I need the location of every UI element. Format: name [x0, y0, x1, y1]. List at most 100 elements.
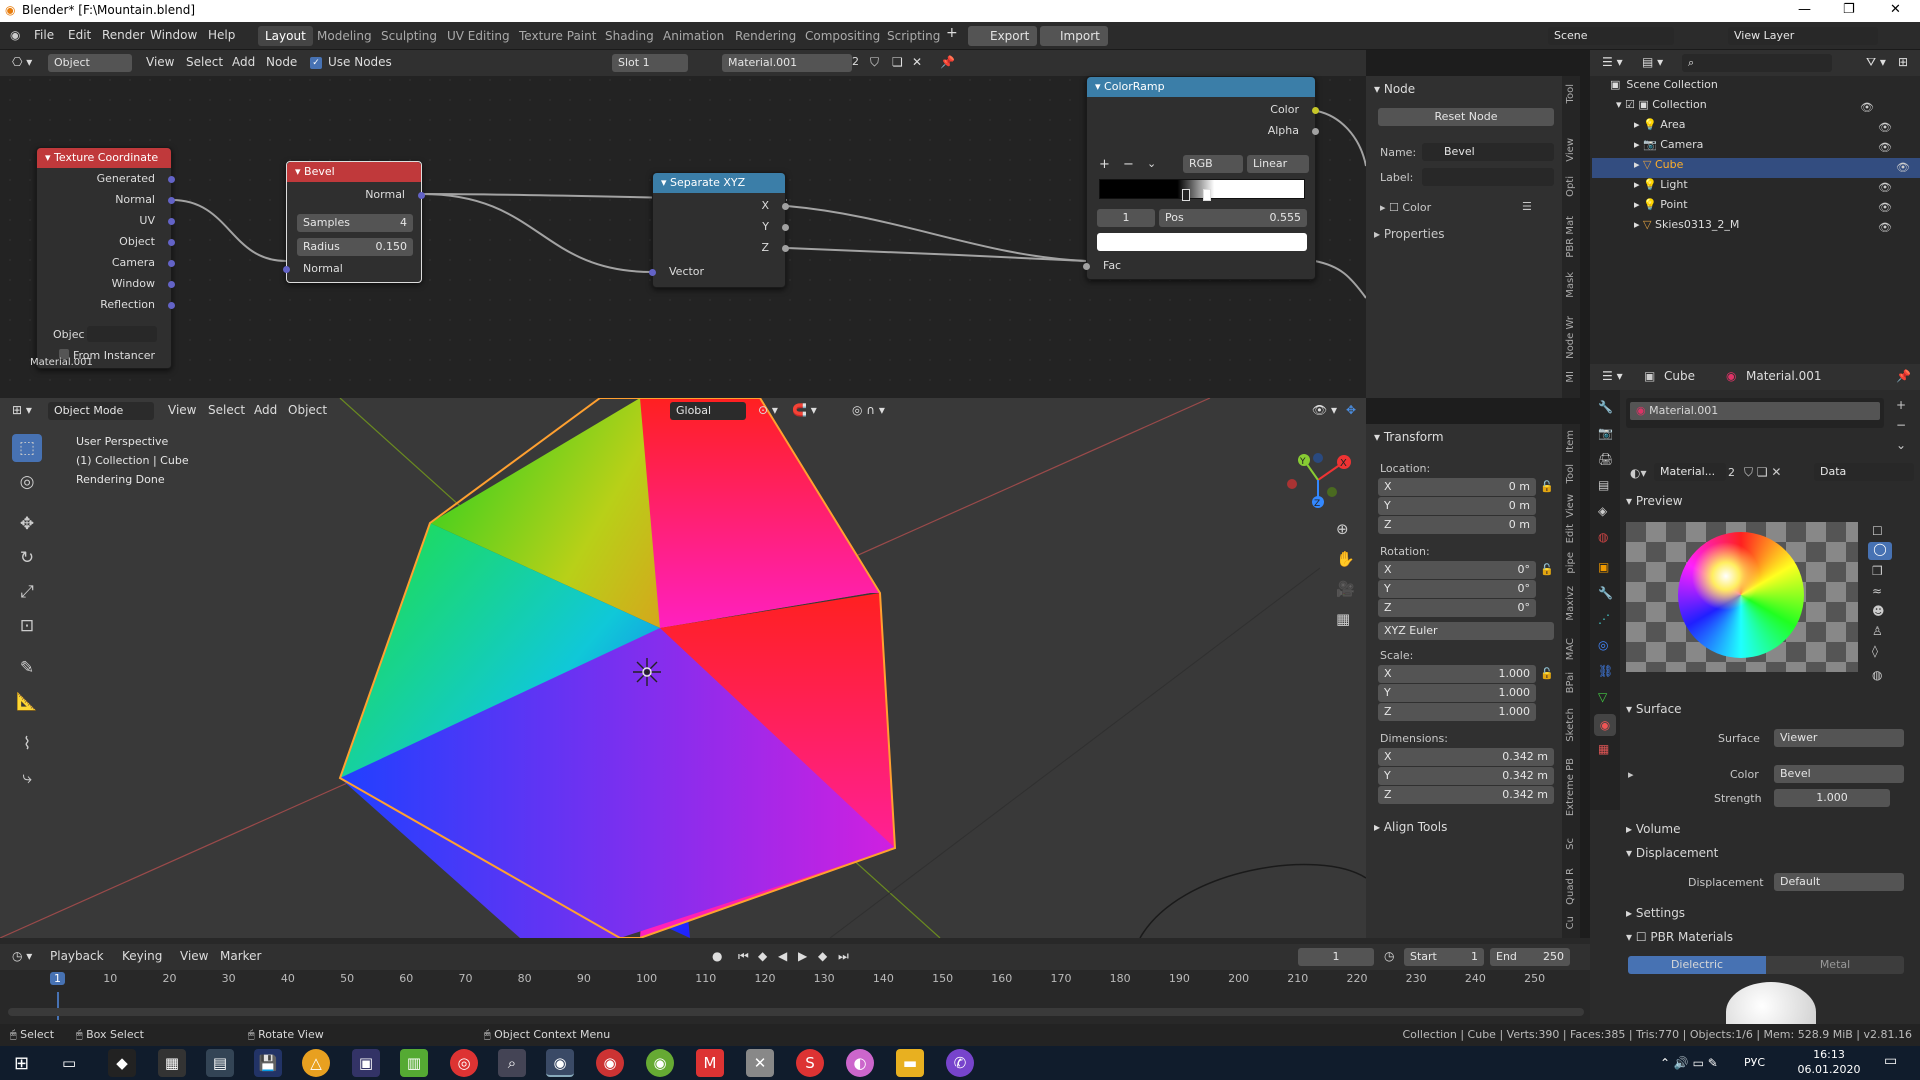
- view-layer-selector[interactable]: View Layer: [1728, 27, 1878, 45]
- constraints-tab-icon[interactable]: ⛓: [1598, 664, 1613, 678]
- list-icon[interactable]: ☰: [1522, 200, 1532, 213]
- menu-render[interactable]: Render: [102, 28, 145, 42]
- gizmo-toggle-icon[interactable]: ✥: [1346, 403, 1356, 417]
- viewport-type-icon[interactable]: ⊞ ▾: [12, 403, 32, 417]
- task-view-icon[interactable]: ▭: [62, 1054, 76, 1072]
- app-icon[interactable]: ◉: [646, 1049, 674, 1077]
- blender-taskbar-icon[interactable]: ◉: [546, 1049, 574, 1077]
- language-indicator[interactable]: РУС: [1744, 1056, 1765, 1069]
- fake-user-icon[interactable]: ⛉: [870, 55, 879, 70]
- volume-section[interactable]: ▸ Volume: [1626, 822, 1680, 836]
- displacement-section[interactable]: ▾ Displacement: [1626, 846, 1718, 860]
- scale-x-field[interactable]: X 1.000: [1378, 665, 1536, 683]
- context-material-name[interactable]: Material.001: [1746, 369, 1821, 383]
- tab-view[interactable]: View: [1565, 494, 1576, 518]
- world-tab-icon[interactable]: ◍: [1598, 530, 1608, 544]
- tab-pipe[interactable]: pipe: [1565, 552, 1576, 574]
- play-reverse-icon[interactable]: ◀: [778, 949, 787, 963]
- sphere-preview-icon[interactable]: ◯: [1868, 542, 1892, 560]
- calculator-icon[interactable]: ▦: [158, 1049, 186, 1077]
- outliner-item-camera[interactable]: ▸ 📷 Camera 👁: [1634, 138, 1902, 158]
- tab-mask[interactable]: Mask: [1565, 272, 1576, 298]
- tab-mi[interactable]: MI: [1565, 371, 1576, 383]
- app-icon[interactable]: △: [302, 1049, 330, 1077]
- socket-normal[interactable]: [168, 197, 175, 204]
- colorramp-node[interactable]: ▾ ColorRamp Color Alpha + − ⌄ RGB Linear…: [1083, 76, 1319, 280]
- menu-window[interactable]: Window: [150, 28, 197, 42]
- clock-time[interactable]: 16:13: [1794, 1048, 1864, 1061]
- node-name-field[interactable]: Bevel: [1422, 143, 1554, 161]
- tab-extreme-pb[interactable]: Extreme PB: [1565, 758, 1576, 816]
- samples-field[interactable]: Samples 4: [297, 214, 413, 232]
- pin-icon[interactable]: 📌: [940, 55, 955, 69]
- lock-icon[interactable]: 🔓: [1540, 667, 1554, 680]
- 3d-viewport[interactable]: X Y Z ⊕ ✋ 🎥 ▦ User Perspective (1) Colle…: [0, 398, 1366, 938]
- prev-keyframe-icon[interactable]: ◆: [758, 949, 767, 963]
- node-header[interactable]: ▾ Texture Coordinate: [37, 148, 171, 168]
- particles-tab-icon[interactable]: ⋰: [1598, 612, 1610, 626]
- node-header[interactable]: ▾ Separate XYZ: [653, 173, 785, 193]
- physics-tab-icon[interactable]: ◎: [1598, 638, 1608, 652]
- duplicate-icon[interactable]: ❏: [892, 55, 903, 69]
- socket-window[interactable]: [168, 281, 175, 288]
- object-mode-dropdown[interactable]: Object Mode: [48, 402, 154, 420]
- tab-tool[interactable]: Tool: [1565, 84, 1576, 103]
- color-ramp-gradient[interactable]: [1099, 179, 1305, 199]
- outliner-search-input[interactable]: ⌕: [1682, 54, 1832, 72]
- unlink-icon[interactable]: ✕: [912, 55, 922, 69]
- end-frame-field[interactable]: End 250: [1490, 948, 1570, 966]
- location-x-field[interactable]: X0 m: [1378, 478, 1536, 496]
- pin-icon[interactable]: 📌: [1896, 369, 1911, 383]
- socket-object[interactable]: [168, 239, 175, 246]
- record-icon[interactable]: ●: [712, 949, 722, 963]
- viewport-menu-view[interactable]: View: [168, 403, 196, 417]
- material-name-field[interactable]: Material.001: [722, 54, 852, 72]
- tab-compositing[interactable]: Compositing: [798, 26, 887, 46]
- object-tab-icon[interactable]: ▣: [1598, 560, 1609, 574]
- save-app-icon[interactable]: 💾: [254, 1049, 282, 1077]
- next-keyframe-icon[interactable]: ◆: [818, 949, 827, 963]
- node-label-field[interactable]: [1422, 168, 1554, 186]
- add-cube-tool-icon[interactable]: ⌇: [12, 730, 42, 758]
- timeline-view-menu[interactable]: View: [180, 949, 208, 963]
- rotation-mode-dropdown[interactable]: XYZ Euler: [1378, 622, 1554, 640]
- view-layer-tab-icon[interactable]: ▤: [1598, 478, 1609, 492]
- node-menu-view[interactable]: View: [146, 55, 174, 69]
- tab-opti[interactable]: Opti: [1565, 176, 1576, 197]
- app-icon[interactable]: ▣: [352, 1049, 380, 1077]
- transform-orientation-dropdown[interactable]: Global: [670, 402, 746, 420]
- scene-selector[interactable]: Scene: [1548, 27, 1674, 45]
- location-z-field[interactable]: Z0 m: [1378, 516, 1536, 534]
- app-icon[interactable]: ◉: [596, 1049, 624, 1077]
- rotate-tool-icon[interactable]: ↻: [12, 544, 42, 572]
- strength-field[interactable]: 1.000: [1774, 789, 1890, 807]
- modifier-tab-icon[interactable]: 🔧: [1598, 586, 1613, 600]
- dielectric-tab[interactable]: Dielectric: [1628, 956, 1766, 974]
- lock-icon[interactable]: 🔓: [1540, 480, 1554, 493]
- material-tab-icon[interactable]: ◉: [1594, 714, 1616, 736]
- socket-generated[interactable]: [168, 176, 175, 183]
- add-stop-icon[interactable]: +: [1099, 157, 1110, 172]
- blender-menu-icon[interactable]: ◉: [10, 28, 20, 42]
- output-tab-icon[interactable]: 🖨: [1598, 452, 1613, 466]
- proportional-edit-icon[interactable]: ◎ ∩ ▾: [852, 403, 885, 417]
- cursor-tool-icon[interactable]: ◎: [12, 468, 42, 496]
- tab-texture-paint[interactable]: Texture Paint: [512, 26, 603, 46]
- navigation-gizmo[interactable]: X Y Z: [1278, 440, 1358, 520]
- export-button[interactable]: Export: [968, 26, 1038, 46]
- scene-tab-icon[interactable]: ◈: [1598, 504, 1607, 518]
- tab-shading[interactable]: Shading: [598, 26, 661, 46]
- notepad-icon[interactable]: ▥: [400, 1049, 428, 1077]
- stop-pos-field[interactable]: Pos 0.555: [1159, 209, 1307, 227]
- settings-section[interactable]: ▸ Settings: [1626, 906, 1685, 920]
- tab-quad-r[interactable]: Quad R: [1565, 868, 1576, 905]
- minimize-icon[interactable]: —: [1798, 2, 1811, 17]
- keying-menu[interactable]: Keying: [122, 949, 162, 963]
- rotation-y-field[interactable]: Y 0°: [1378, 580, 1536, 598]
- tab-animation[interactable]: Animation: [656, 26, 731, 46]
- maximize-icon[interactable]: ❐: [1843, 2, 1855, 17]
- color-input-dropdown[interactable]: Bevel: [1774, 765, 1904, 783]
- tab-modeling[interactable]: Modeling: [310, 26, 379, 46]
- search-app-icon[interactable]: ⌕: [498, 1049, 526, 1077]
- socket-x[interactable]: [782, 203, 789, 210]
